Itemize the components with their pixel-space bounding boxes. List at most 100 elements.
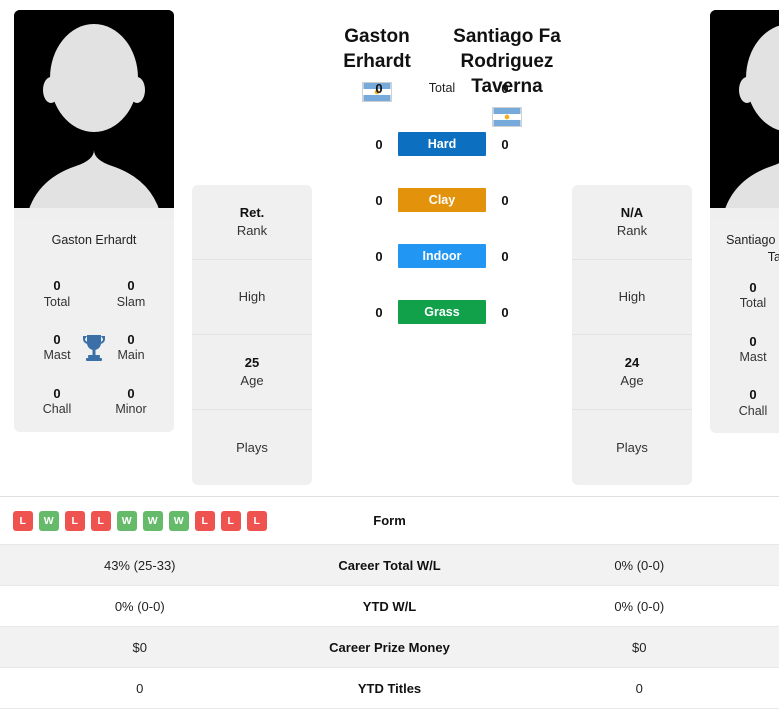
surface-left-count: 0 (375, 192, 383, 208)
row-label: Career Total W/L (338, 557, 441, 573)
rank-value-right: N/A (620, 205, 644, 221)
surface-comparison-column: Gaston Erhardt Santiago Fa Rodriguez Tav… (312, 0, 572, 496)
plays-cell-right: Plays (572, 410, 692, 485)
titles-chall-left: 0 Chall (20, 386, 94, 418)
titles-mast-value-right: 0 (749, 333, 757, 349)
row-left-value: 43% (25-33) (103, 557, 176, 573)
player-avatar-right (710, 10, 779, 220)
titles-grid-right: 0 Total 0 Slam 0 Mast 0 Main 0 Chall (716, 280, 779, 420)
form-badges-left: LWLLWWWLLL (0, 505, 280, 537)
row-left-value: $0 (132, 639, 147, 655)
titles-slam-value-left: 0 (127, 278, 135, 293)
surface-left-count: 0 (375, 304, 383, 320)
row-label-form: Form (373, 513, 406, 528)
row-right-value: 0% (0-0) (614, 598, 665, 614)
plays-label-left: Plays (236, 439, 268, 455)
rank-cell-left: Ret. Rank (192, 185, 312, 260)
player-info-right: N/A Rank High 24 Age Plays (572, 185, 692, 485)
titles-mast-right: 0 Mast (716, 334, 779, 366)
table-row-form: LWLLWWWLLL Form (0, 497, 779, 545)
form-badges-right (500, 515, 779, 527)
row-right-value: 0 (635, 680, 643, 696)
player-titles-card-right: Santiago Fa Rodriguez Taverna 0 Total 0 … (710, 220, 779, 434)
age-value-left: 25 (244, 355, 260, 371)
table-row: 43% (25-33) Career Total W/L 0% (0-0) (0, 545, 779, 586)
plays-cell-left: Plays (192, 410, 312, 485)
form-result-badge: L (220, 510, 241, 531)
row-label: YTD W/L (362, 598, 417, 614)
titles-slam-label-left: Slam (116, 294, 146, 309)
titles-slam-left: 0 Slam (94, 278, 168, 310)
rank-label-right: Rank (616, 223, 648, 238)
table-row: 0 YTD Titles 0 (0, 668, 779, 709)
titles-chall-label-left: Chall (42, 402, 72, 417)
titles-minor-label-left: Minor (115, 402, 147, 417)
high-rank-cell-left: High (192, 260, 312, 335)
form-badge-list-left: LWLLWWWLLL (8, 510, 272, 531)
surface-row: 0 Grass 0 (312, 284, 572, 340)
age-label-right: Age (620, 373, 644, 388)
form-result-badge: W (116, 510, 137, 531)
surface-row: 0 Total 0 (312, 60, 572, 116)
player-name-right: Santiago Fa Rodriguez Taverna (726, 233, 779, 264)
titles-minor-value-left: 0 (127, 385, 135, 401)
surface-row: 0 Indoor 0 (312, 228, 572, 284)
surface-right-count: 0 (501, 136, 509, 152)
surface-badge-grass: Grass (398, 300, 486, 324)
titles-total-label-right: Total (739, 296, 767, 311)
player-titles-card-left: Gaston Erhardt 0 Total 0 Slam 0 Mast 0 M… (14, 220, 174, 432)
surface-right-count: 0 (501, 248, 509, 264)
surface-badge-total: Total (428, 81, 456, 95)
titles-total-value-right: 0 (749, 279, 757, 295)
titles-chall-label-right: Chall (738, 404, 768, 419)
titles-total-right: 0 Total (716, 280, 779, 312)
row-right-value: 0% (0-0) (614, 557, 665, 573)
form-result-badge: W (142, 510, 163, 531)
player-comparison-header: Gaston Erhardt 0 Total 0 Slam 0 Mast 0 M… (0, 0, 779, 496)
avatar-silhouette-icon (710, 10, 779, 220)
titles-total-value-left: 0 (53, 278, 61, 293)
titles-total-left: 0 Total (20, 278, 94, 310)
form-result-badge: W (38, 510, 59, 531)
surface-badge-clay: Clay (398, 188, 486, 212)
avatar-silhouette-icon (14, 10, 174, 220)
player-card-right: Santiago Fa Rodriguez Taverna 0 Total 0 … (710, 10, 779, 434)
surface-right-count: 0 (501, 192, 509, 208)
comparison-table: LWLLWWWLLL Form 43% (25-33) Career Total… (0, 496, 779, 709)
age-value-right: 24 (624, 355, 640, 371)
titles-mast-label-right: Mast (739, 350, 767, 365)
form-result-badge: L (194, 510, 215, 531)
titles-minor-left: 0 Minor (94, 386, 168, 418)
age-label-left: Age (240, 373, 264, 388)
surface-row: 0 Hard 0 (312, 116, 572, 172)
surface-left-count: 0 (375, 248, 383, 264)
surface-row: 0 Clay 0 (312, 172, 572, 228)
rank-value-left: Ret. (239, 205, 265, 221)
player-headline-line-right-1: Santiago Fa (453, 26, 561, 47)
plays-label-right: Plays (616, 439, 648, 455)
player-card-left: Gaston Erhardt 0 Total 0 Slam 0 Mast 0 M… (14, 10, 174, 432)
high-rank-cell-right: High (572, 260, 692, 335)
row-left-value: 0 (136, 680, 144, 696)
titles-total-label-left: Total (43, 294, 71, 309)
surface-left-count: 0 (375, 136, 383, 152)
age-cell-right: 24 Age (572, 335, 692, 410)
table-row: $0 Career Prize Money $0 (0, 627, 779, 668)
row-label: Career Prize Money (329, 639, 450, 655)
form-result-badge: W (168, 510, 189, 531)
player-info-left: Ret. Rank High 25 Age Plays (192, 185, 312, 485)
player-name-left: Gaston Erhardt (51, 233, 137, 247)
row-label: YTD Titles (357, 680, 422, 696)
high-rank-label-left: High (238, 289, 266, 305)
table-row: 0% (0-0) YTD W/L 0% (0-0) (0, 586, 779, 627)
surface-badge-indoor: Indoor (398, 244, 486, 268)
row-left-value: 0% (0-0) (114, 598, 165, 614)
rank-cell-right: N/A Rank (572, 185, 692, 260)
trophy-icon (83, 334, 105, 361)
age-cell-left: 25 Age (192, 335, 312, 410)
form-result-badge: L (90, 510, 111, 531)
form-result-badge: L (64, 510, 85, 531)
titles-grid-left: 0 Total 0 Slam 0 Mast 0 Main 0 Chall 0 M… (20, 278, 168, 418)
surface-right-count: 0 (501, 80, 509, 96)
form-result-badge: L (246, 510, 267, 531)
